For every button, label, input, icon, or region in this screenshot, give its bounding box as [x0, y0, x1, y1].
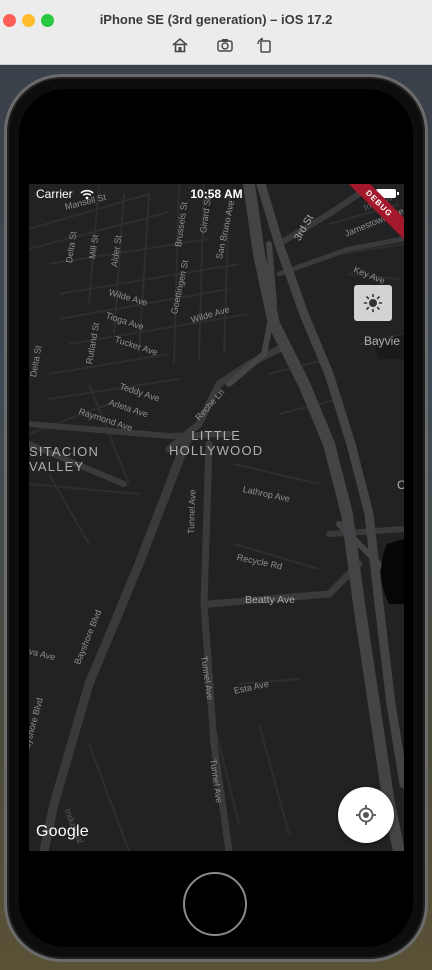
my-location-button[interactable]: [338, 787, 394, 843]
neighborhood-label: SITACION VALLEY: [29, 444, 100, 474]
google-attribution-logo: Google: [36, 823, 89, 840]
neighborhood-label: LITTLE HOLLYWOOD: [169, 428, 264, 458]
rotate-icon[interactable]: [255, 36, 273, 54]
theme-toggle-button[interactable]: [354, 285, 392, 321]
clock: 10:58 AM: [190, 187, 243, 201]
status-bar: Carrier 10:58 AM: [29, 184, 404, 204]
screenshot-icon[interactable]: [216, 36, 234, 54]
neighborhood-label: Bayvie: [364, 334, 401, 348]
simulator-title-bar: iPhone SE (3rd generation) – iOS 17.2: [0, 0, 432, 65]
map-canvas[interactable]: [29, 184, 404, 851]
home-button[interactable]: [183, 872, 247, 936]
my-location-icon: [356, 805, 376, 825]
map-label: C: [397, 478, 404, 492]
home-icon[interactable]: [171, 36, 189, 54]
sun-icon: [363, 293, 383, 313]
street-label: Tunnel Ave: [186, 489, 198, 535]
simulator-title: iPhone SE (3rd generation) – iOS 17.2: [99, 12, 333, 27]
street-label: Beatty Ave: [245, 594, 296, 606]
app-screen: Mansell St San Bruno Ave 3rd St Delta St…: [29, 184, 404, 851]
